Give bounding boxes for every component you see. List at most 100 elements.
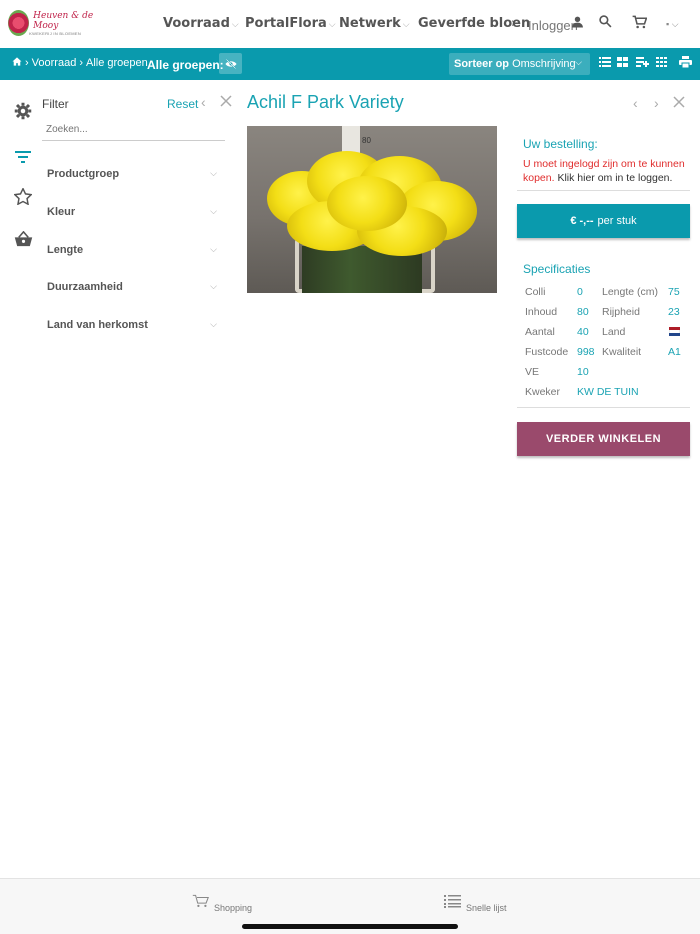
spec-label: Lengte (cm) bbox=[602, 286, 659, 298]
filter-search-input[interactable] bbox=[42, 119, 225, 141]
tab-snelle-lijst[interactable]: Snelle lijst bbox=[444, 893, 507, 913]
close-icon[interactable] bbox=[673, 95, 685, 111]
star-icon[interactable] bbox=[11, 187, 35, 210]
filter-group-label: Duurzaamheid bbox=[47, 281, 123, 293]
list-icon bbox=[444, 894, 461, 912]
sort-prefix: Sorteer op bbox=[454, 58, 510, 70]
spec-value: A1 bbox=[668, 346, 681, 358]
filter-title: Filter bbox=[42, 97, 69, 111]
logo-subtext: KWEKERIJ IN BLOEMEN bbox=[29, 30, 82, 36]
ruler-label: 80 bbox=[362, 136, 371, 145]
reset-button[interactable]: Reset bbox=[167, 97, 198, 111]
language-dropdown[interactable]: ▪ ⌵ bbox=[666, 19, 679, 30]
breadcrumb-separator: › bbox=[25, 57, 29, 69]
spec-label: Colli bbox=[525, 286, 546, 298]
hide-toggle-button[interactable] bbox=[219, 53, 242, 74]
close-icon[interactable] bbox=[220, 94, 232, 110]
price-button[interactable]: € -,-- per stuk bbox=[517, 204, 690, 238]
chevron-down-icon: ⌵ bbox=[671, 19, 679, 29]
filter-group-land-van-herkomst[interactable]: Land van herkomst ⌵ bbox=[47, 319, 217, 331]
filter-group-lengte[interactable]: Lengte ⌵ bbox=[47, 244, 217, 256]
filter-group-duurzaamheid[interactable]: Duurzaamheid ⌵ bbox=[47, 281, 217, 293]
spec-value: 998 bbox=[577, 346, 595, 358]
search-icon[interactable] bbox=[599, 15, 612, 31]
chevron-down-icon: ⌵ bbox=[328, 20, 336, 30]
breadcrumb-voorraad[interactable]: Voorraad bbox=[32, 57, 77, 69]
spec-label: Fustcode bbox=[525, 346, 569, 358]
filter-group-label: Kleur bbox=[47, 206, 76, 218]
spec-label: VE bbox=[525, 366, 540, 378]
price-unit: per stuk bbox=[597, 215, 637, 227]
nav-label: Voorraad bbox=[163, 16, 230, 31]
spec-value: 40 bbox=[577, 326, 589, 338]
chevron-down-icon: ⌵ bbox=[210, 281, 217, 291]
flag-stripe bbox=[669, 333, 680, 336]
order-title: Uw bestelling: bbox=[523, 137, 598, 151]
flower-bloom bbox=[327, 176, 407, 231]
compact-grid-icon[interactable] bbox=[656, 56, 668, 70]
group-label: Alle groepen: bbox=[147, 58, 224, 72]
breadcrumb: › Voorraad › Alle groepen bbox=[12, 57, 148, 69]
breadcrumb-alle-groepen[interactable]: Alle groepen bbox=[86, 57, 148, 69]
settings-gear-icon[interactable] bbox=[11, 102, 35, 125]
divider bbox=[517, 190, 690, 191]
filter-group-label: Land van herkomst bbox=[47, 319, 148, 331]
spec-value: 23 bbox=[668, 306, 680, 318]
tab-shopping[interactable]: Shopping bbox=[192, 893, 252, 913]
tab-label: Shopping bbox=[214, 903, 253, 913]
chevron-down-icon: ⌵ bbox=[231, 20, 239, 30]
continue-shopping-button[interactable]: VERDER WINKELEN bbox=[517, 422, 690, 456]
spec-label: Rijpheid bbox=[602, 306, 640, 318]
filter-group-label: Productgroep bbox=[47, 168, 120, 180]
user-icon[interactable] bbox=[571, 15, 584, 31]
spec-value: 0 bbox=[577, 286, 583, 298]
nav-label: Netwerk bbox=[339, 16, 401, 31]
price-value: € -,-- bbox=[570, 215, 594, 227]
basket-icon[interactable] bbox=[11, 230, 35, 252]
chevron-down-icon: ⌵ bbox=[402, 20, 410, 30]
top-header: Heuven & de Mooy KWEKERIJ IN BLOEMEN Voo… bbox=[0, 0, 700, 48]
logo[interactable]: Heuven & de Mooy KWEKERIJ IN BLOEMEN bbox=[8, 6, 104, 40]
spec-value: 75 bbox=[668, 286, 680, 298]
chevron-left-icon[interactable]: ‹ bbox=[201, 94, 206, 110]
cart-icon[interactable] bbox=[632, 15, 648, 32]
spec-label: Kweker bbox=[525, 386, 561, 398]
home-icon[interactable] bbox=[12, 57, 22, 69]
spec-label: Kwaliteit bbox=[602, 346, 642, 358]
list-view-icon[interactable] bbox=[599, 56, 611, 70]
home-indicator[interactable] bbox=[242, 924, 458, 929]
spec-label: Aantal bbox=[525, 326, 555, 338]
divider bbox=[517, 407, 690, 408]
nav-netwerk[interactable]: Netwerk ⌵ bbox=[339, 16, 410, 31]
nav-more-chevron-icon[interactable]: › bbox=[511, 16, 516, 31]
playlist-add-icon[interactable] bbox=[636, 56, 649, 70]
grid-view-icon[interactable] bbox=[617, 56, 628, 70]
filter-group-label: Lengte bbox=[47, 244, 84, 256]
chevron-down-icon: ⌵ bbox=[210, 206, 217, 216]
chevron-down-icon: ⌵ bbox=[210, 244, 217, 254]
product-photo[interactable]: 80 bbox=[247, 126, 497, 293]
breadcrumb-separator: › bbox=[79, 57, 83, 69]
login-link-text[interactable]: Klik hier om in te loggen. bbox=[557, 172, 672, 184]
nav-voorraad[interactable]: Voorraad ⌵ bbox=[163, 16, 239, 31]
spec-value: 10 bbox=[577, 366, 589, 378]
spec-value[interactable]: KW DE TUIN bbox=[577, 386, 639, 398]
chevron-down-icon: ⌵ bbox=[575, 57, 582, 67]
sort-value: Omschrijving bbox=[512, 58, 576, 70]
chevron-down-icon: ⌵ bbox=[210, 168, 217, 178]
logo-text: Heuven & de Mooy bbox=[33, 10, 94, 31]
filter-group-productgroep[interactable]: Productgroep ⌵ bbox=[47, 168, 217, 180]
flag-icon: ▪ bbox=[666, 19, 670, 29]
login-required-message[interactable]: U moet ingelogd zijn om te kunnen kopen.… bbox=[523, 157, 691, 185]
spec-label: Inhoud bbox=[525, 306, 558, 318]
product-title: Achil F Park Variety bbox=[247, 92, 404, 112]
chevron-right-icon[interactable]: › bbox=[654, 95, 659, 111]
filter-icon[interactable] bbox=[11, 147, 35, 168]
print-icon[interactable] bbox=[679, 56, 692, 71]
nav-portalflora[interactable]: PortalFlora ⌵ bbox=[245, 16, 336, 31]
sort-select[interactable]: Sorteer op Omschrijving ⌵ bbox=[449, 53, 590, 75]
chevron-left-icon[interactable]: ‹ bbox=[633, 95, 638, 111]
filter-group-kleur[interactable]: Kleur ⌵ bbox=[47, 206, 217, 218]
flag-netherlands-icon bbox=[669, 327, 680, 336]
toolbar: › Voorraad › Alle groepen Alle groepen: … bbox=[0, 48, 700, 80]
